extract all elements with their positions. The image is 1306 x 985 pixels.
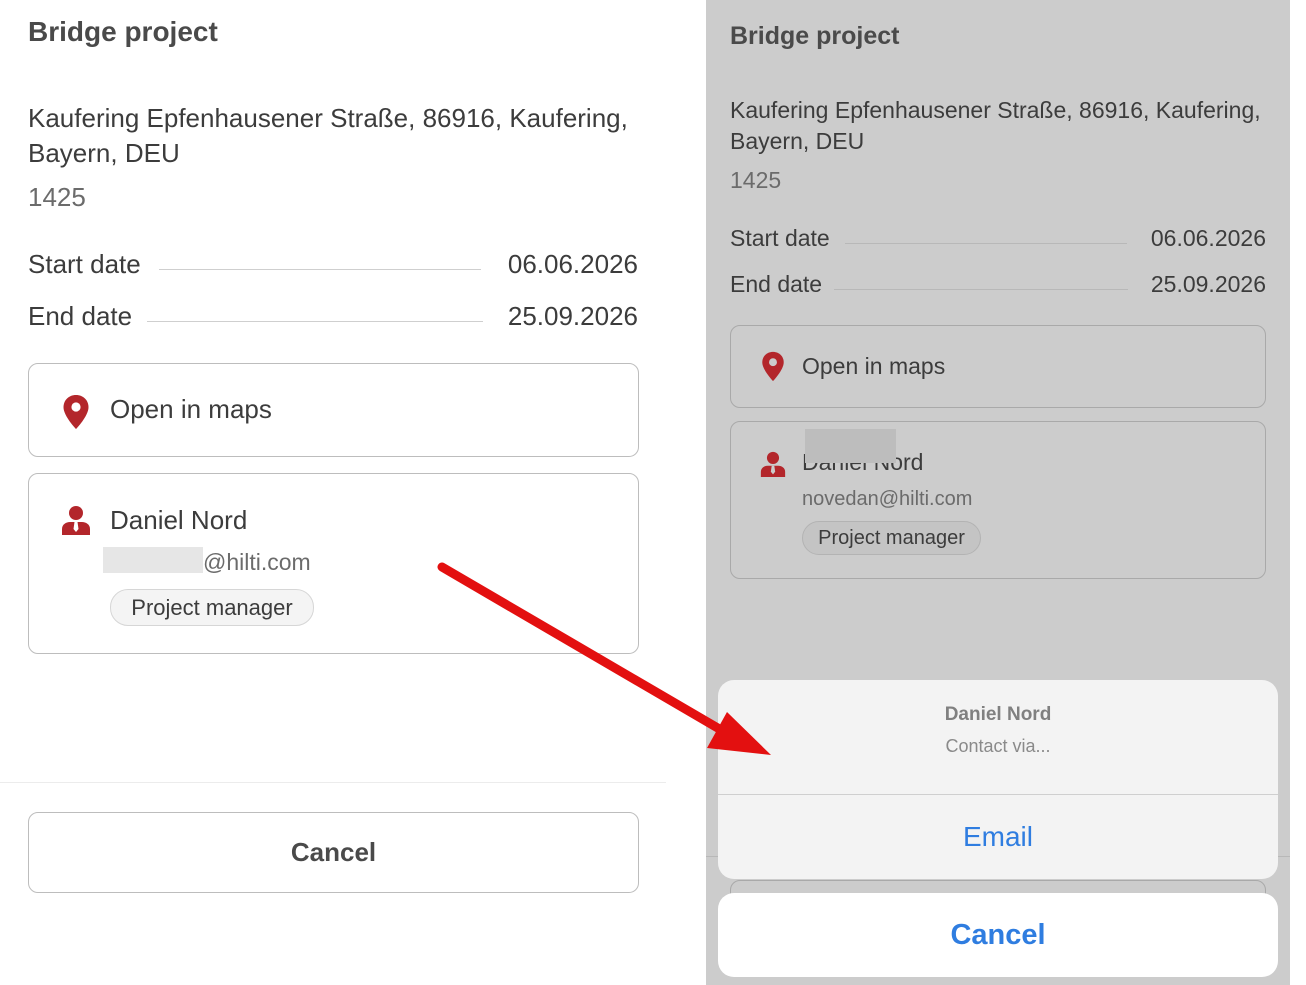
annotation-arrow-icon <box>437 562 771 755</box>
